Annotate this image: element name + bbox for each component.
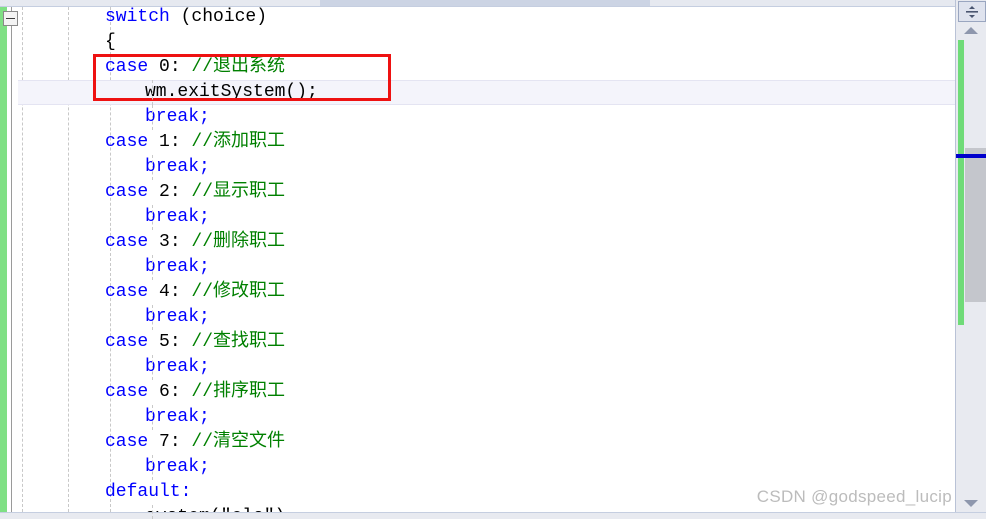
code-line-text: case 0: //退出系统 — [0, 55, 285, 80]
code-token: break; — [145, 457, 210, 477]
code-token: case — [105, 182, 160, 202]
code-line[interactable]: break; — [0, 455, 955, 480]
code-token: 7: — [159, 432, 192, 452]
code-line[interactable]: wm.exitSystem(); — [0, 80, 955, 105]
indent-guide-segment — [152, 205, 153, 230]
code-token: case — [105, 232, 160, 252]
code-token: 6: — [159, 382, 192, 402]
scroll-up-arrow-icon[interactable] — [964, 27, 978, 34]
code-line-text: break; — [0, 205, 210, 230]
code-token: break; — [145, 107, 210, 127]
code-token: { — [105, 32, 116, 52]
code-token: break; — [145, 157, 210, 177]
code-token: 4: — [159, 282, 192, 302]
code-token: case — [105, 432, 160, 452]
split-view-icon — [966, 5, 978, 18]
code-line-text: break; — [0, 405, 210, 430]
code-token: //添加职工 — [191, 132, 286, 152]
code-token: default: — [105, 482, 192, 502]
code-token: 1: — [159, 132, 192, 152]
code-line[interactable]: case 1: //添加职工 — [0, 130, 955, 155]
code-line[interactable]: case 7: //清空文件 — [0, 430, 955, 455]
code-line-text: case 4: //修改职工 — [0, 280, 285, 305]
code-line[interactable]: break; — [0, 405, 955, 430]
bottom-edge-strip — [0, 512, 986, 519]
indent-guide-segment — [152, 455, 153, 480]
code-line-text: case 1: //添加职工 — [0, 130, 285, 155]
code-line[interactable]: case 3: //删除职工 — [0, 230, 955, 255]
code-token: break; — [145, 407, 210, 427]
code-token: //显示职工 — [191, 182, 286, 202]
code-line[interactable]: case 2: //显示职工 — [0, 180, 955, 205]
code-line-text: case 3: //删除职工 — [0, 230, 285, 255]
code-line[interactable]: break; — [0, 205, 955, 230]
code-token: case — [105, 282, 160, 302]
code-line[interactable]: case 6: //排序职工 — [0, 380, 955, 405]
code-line-text: break; — [0, 355, 210, 380]
code-token: case — [105, 382, 160, 402]
code-token: //清空文件 — [191, 432, 286, 452]
code-line[interactable]: case 0: //退出系统 — [0, 55, 955, 80]
code-line-text: wm.exitSystem(); — [0, 80, 318, 105]
code-token: break; — [145, 207, 210, 227]
scrollbar-thumb[interactable] — [965, 148, 986, 302]
code-token: //排序职工 — [191, 382, 286, 402]
code-line[interactable]: { — [0, 30, 955, 55]
code-token: //查找职工 — [191, 332, 286, 352]
code-token: break; — [145, 357, 210, 377]
code-token: 2: — [159, 182, 192, 202]
indent-guide-segment — [152, 505, 153, 519]
scrollbar-position-marker — [956, 154, 986, 158]
indent-guide-segment — [152, 155, 153, 180]
code-token: break; — [145, 307, 210, 327]
code-token: case — [105, 332, 160, 352]
code-line-text: switch (choice) — [0, 5, 267, 30]
code-token: break; — [145, 257, 210, 277]
indent-guide-segment — [152, 80, 153, 105]
vertical-scrollbar[interactable] — [955, 0, 986, 519]
code-text-area[interactable]: switch (choice){case 0: //退出系统 wm.exitSys… — [0, 0, 955, 519]
code-line[interactable]: case 4: //修改职工 — [0, 280, 955, 305]
indent-guide-segment — [152, 255, 153, 280]
code-line-text: { — [0, 30, 116, 55]
split-view-button[interactable] — [958, 1, 986, 22]
watermark-text: CSDN @godspeed_lucip — [756, 487, 952, 506]
code-line-text: break; — [0, 155, 210, 180]
code-token: switch — [105, 7, 181, 27]
indent-guide-segment — [152, 355, 153, 380]
code-line-text: break; — [0, 255, 210, 280]
code-line-text: default: — [0, 480, 191, 505]
code-token: 3: — [159, 232, 192, 252]
code-editor-window: switch (choice){case 0: //退出系统 wm.exitSys… — [0, 0, 986, 519]
code-line-text: break; — [0, 105, 210, 130]
scroll-down-arrow-icon[interactable] — [964, 500, 978, 507]
code-token: wm.exitSystem(); — [145, 82, 318, 102]
code-token: case — [105, 57, 160, 77]
indent-guide-segment — [152, 105, 153, 130]
code-token: (choice) — [180, 7, 268, 27]
code-token: case — [105, 132, 160, 152]
code-line[interactable]: break; — [0, 355, 955, 380]
indent-guide-segment — [152, 405, 153, 430]
code-line-text: break; — [0, 305, 210, 330]
code-line[interactable]: break; — [0, 155, 955, 180]
scrollbar-change-indicator — [958, 40, 964, 325]
code-token: 0: — [159, 57, 192, 77]
code-line[interactable]: break; — [0, 255, 955, 280]
code-line[interactable]: case 5: //查找职工 — [0, 330, 955, 355]
code-line[interactable]: switch (choice) — [0, 5, 955, 30]
code-token: //修改职工 — [191, 282, 286, 302]
code-line-text: case 2: //显示职工 — [0, 180, 285, 205]
code-line[interactable]: break; — [0, 305, 955, 330]
code-line-text: break; — [0, 455, 210, 480]
code-line[interactable]: break; — [0, 105, 955, 130]
code-line-text: case 6: //排序职工 — [0, 380, 285, 405]
indent-guide-segment — [152, 305, 153, 330]
code-token: 5: — [159, 332, 192, 352]
code-token: //删除职工 — [191, 232, 286, 252]
code-line-text: case 7: //清空文件 — [0, 430, 285, 455]
code-token: //退出系统 — [191, 57, 286, 77]
code-line-text: case 5: //查找职工 — [0, 330, 285, 355]
